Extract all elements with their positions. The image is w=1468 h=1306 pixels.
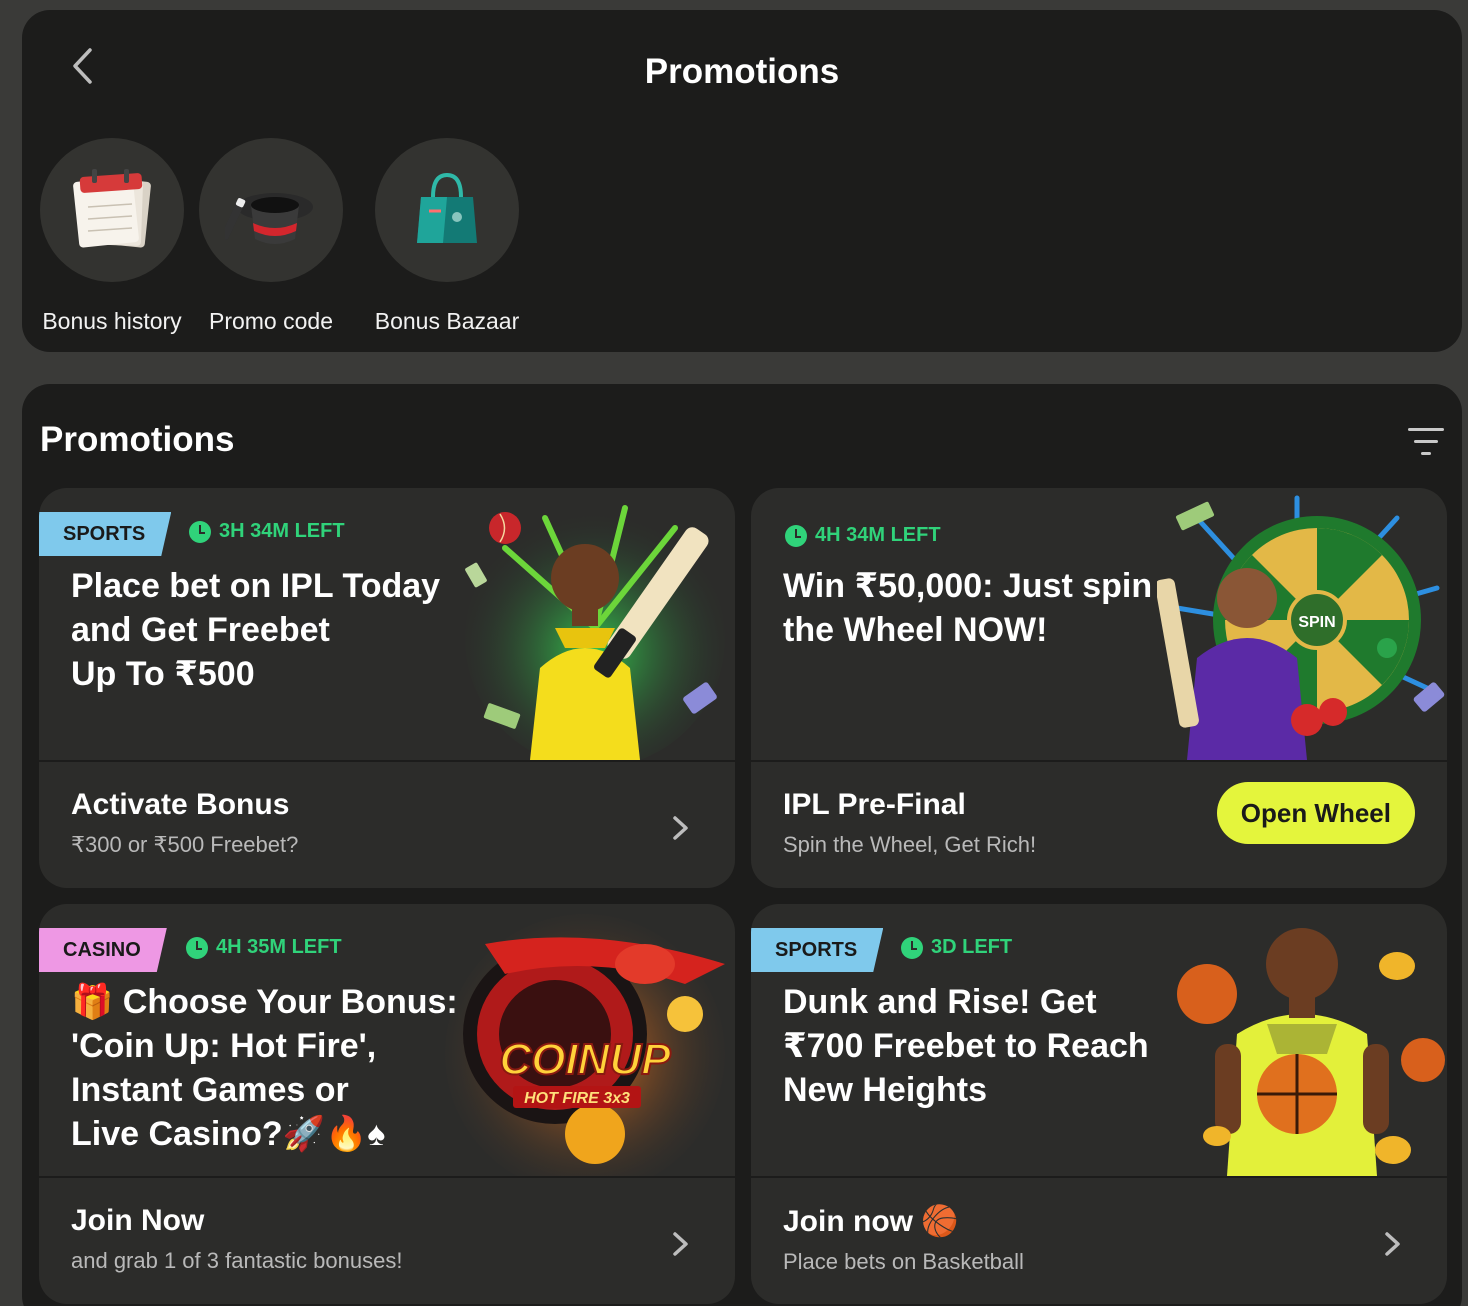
promo-card-footer[interactable]: Activate Bonus ₹300 or ₹500 Freebet? [71, 788, 703, 868]
magic-hat-icon [225, 193, 313, 244]
clock-icon [186, 936, 208, 959]
filter-button[interactable] [1406, 424, 1446, 458]
timer-text: 4H 34M LEFT [815, 524, 941, 546]
promo-headline: Place bet on IPL Today and Get Freebet U… [71, 564, 471, 696]
headline-line: Win ₹50,000: Just spin [783, 567, 1153, 605]
promo-card-ipl-freebet[interactable]: SPORTS 3H 34M LEFT Place bet on IPL Toda… [39, 488, 735, 888]
quick-link-bonus-history[interactable]: Bonus history [24, 138, 200, 335]
promo-action-title: Join Now [71, 1204, 205, 1237]
card-divider [39, 1176, 735, 1178]
timer: 3H 34M LEFT [189, 520, 345, 543]
chevron-right-icon[interactable] [669, 1224, 693, 1264]
top-panel: Promotions Bonus history Promo code Bonu… [22, 10, 1462, 352]
headline-line: Live Casino?🚀🔥♠ [71, 1115, 386, 1153]
section-title: Promotions [40, 420, 235, 459]
timer: 4H 34M LEFT [785, 524, 941, 547]
clock-icon [901, 936, 923, 959]
calendar-icon [73, 169, 151, 248]
promo-card-footer: IPL Pre-Final Spin the Wheel, Get Rich! … [783, 782, 1415, 868]
promo-card-basketball[interactable]: SPORTS 3D LEFT Dunk and Rise! Get ₹700 F… [751, 904, 1447, 1304]
promo-card-banner: 4H 34M LEFT Win ₹50,000: Just spin the W… [751, 488, 1447, 760]
coin-up-logo-text: COINUP [499, 1035, 671, 1084]
quick-link-circle [40, 138, 184, 282]
promo-headline: Win ₹50,000: Just spin the Wheel NOW! [783, 564, 1183, 652]
quick-link-circle [375, 138, 519, 282]
promo-card-banner: SPORTS 3D LEFT Dunk and Rise! Get ₹700 F… [751, 904, 1447, 1176]
card-divider [39, 760, 735, 762]
filter-icon [1406, 424, 1446, 455]
quick-link-promo-code[interactable]: Promo code [183, 138, 359, 335]
timer: 4H 35M LEFT [186, 936, 342, 959]
spin-wheel-illustration: SPIN [1157, 495, 1445, 760]
chevron-right-icon[interactable] [669, 808, 693, 848]
timer-text: 3D LEFT [931, 936, 1013, 958]
promo-card-coin-up[interactable]: CASINO 4H 35M LEFT 🎁 Choose Your Bonus: … [39, 904, 735, 1304]
category-tag: SPORTS [39, 512, 171, 556]
promo-action-subtitle: ₹300 or ₹500 Freebet? [71, 832, 299, 857]
promo-headline: Dunk and Rise! Get ₹700 Freebet to Reach… [783, 980, 1183, 1112]
clock-icon [189, 520, 211, 543]
chevron-right-icon[interactable] [1381, 1224, 1405, 1264]
headline-line: Instant Games or [71, 1071, 349, 1109]
clock-icon [785, 524, 807, 547]
open-wheel-button[interactable]: Open Wheel [1216, 782, 1415, 844]
quick-link-circle [199, 138, 343, 282]
timer: 3D LEFT [901, 936, 1012, 959]
promo-card-footer[interactable]: Join now 🏀 Place bets on Basketball [783, 1204, 1415, 1284]
promo-headline: 🎁 Choose Your Bonus: 'Coin Up: Hot Fire'… [71, 980, 491, 1156]
wheel-label: SPIN [1298, 614, 1335, 631]
headline-line: New Heights [783, 1071, 988, 1109]
headline-line: the Wheel NOW! [783, 611, 1048, 649]
basketball-player-illustration [1177, 928, 1445, 1176]
headline-line: and Get Freebet [71, 611, 330, 649]
promo-card-banner: CASINO 4H 35M LEFT 🎁 Choose Your Bonus: … [39, 904, 735, 1176]
category-tag: CASINO [39, 928, 167, 972]
promo-action-subtitle: Place bets on Basketball [783, 1249, 1024, 1274]
headline-line: ₹700 Freebet to Reach [783, 1027, 1149, 1065]
headline-line: 'Coin Up: Hot Fire', [71, 1027, 377, 1065]
timer-text: 3H 34M LEFT [219, 520, 345, 542]
category-tag: SPORTS [751, 928, 883, 972]
promo-action-title: Activate Bonus [71, 788, 290, 821]
promo-card-spin-wheel[interactable]: 4H 34M LEFT Win ₹50,000: Just spin the W… [751, 488, 1447, 888]
cricket-player-illustration [465, 505, 725, 760]
headline-line: Place bet on IPL Today [71, 567, 441, 605]
promo-action-subtitle: and grab 1 of 3 fantastic bonuses! [71, 1248, 403, 1273]
quick-link-bonus-bazaar[interactable]: Bonus Bazaar [359, 138, 535, 335]
promo-card-footer[interactable]: Join Now and grab 1 of 3 fantastic bonus… [71, 1204, 703, 1284]
quick-link-label: Bonus Bazaar [374, 308, 520, 334]
coin-up-logo-illustration: COINUP HOT FIRE 3x3 [445, 914, 725, 1176]
coin-up-subtitle: HOT FIRE 3x3 [524, 1090, 630, 1107]
headline-line: Up To ₹500 [71, 655, 255, 693]
promo-action-title: Join now 🏀 [783, 1205, 959, 1238]
headline-line: 🎁 Choose Your Bonus: [71, 983, 458, 1021]
promotions-panel: Promotions SPORTS 3H 34M LEFT Place bet … [22, 384, 1462, 1306]
timer-text: 4H 35M LEFT [216, 936, 342, 958]
shopping-bag-icon [417, 172, 477, 243]
quick-link-label: Bonus history [42, 308, 182, 334]
headline-line: Dunk and Rise! Get [783, 983, 1097, 1021]
page-title: Promotions [644, 52, 840, 91]
quick-link-label: Promo code [208, 308, 333, 334]
promo-card-banner: SPORTS 3H 34M LEFT Place bet on IPL Toda… [39, 488, 735, 760]
card-divider [751, 760, 1447, 762]
card-divider [751, 1176, 1447, 1178]
